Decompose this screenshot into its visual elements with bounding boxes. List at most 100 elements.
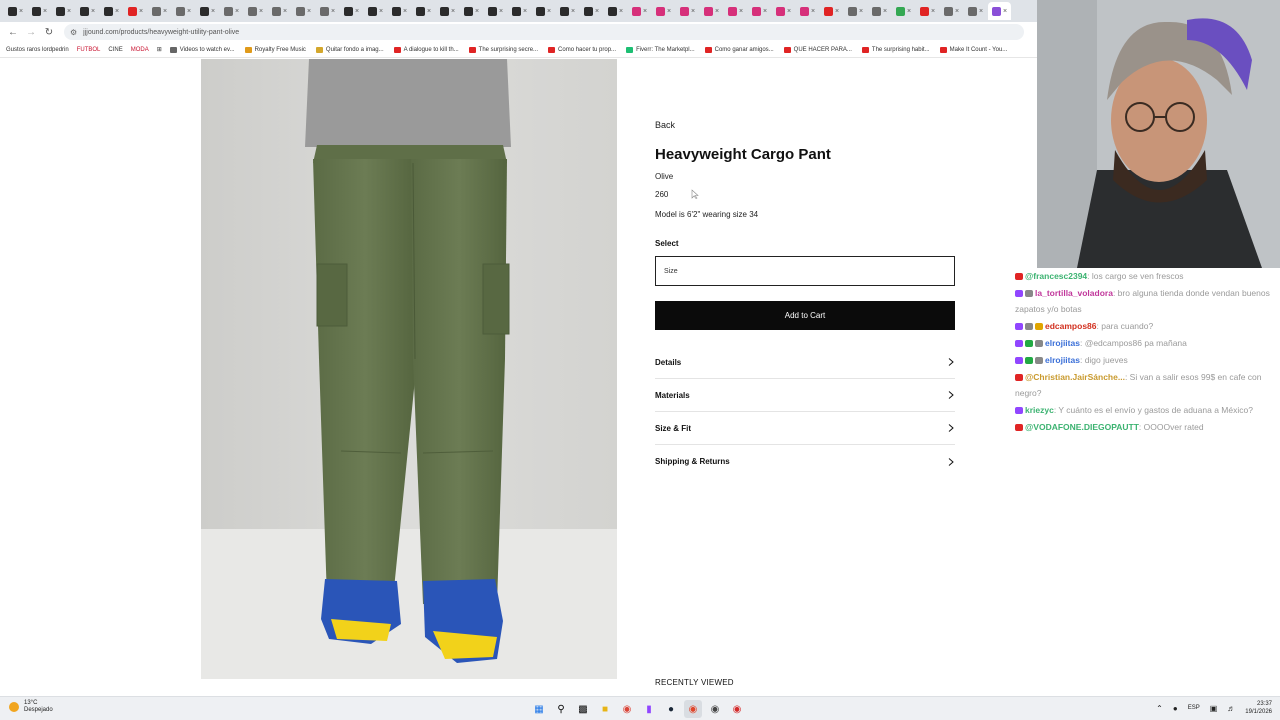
browser-tab[interactable]: × <box>652 2 675 20</box>
browser-tab[interactable]: × <box>892 2 915 20</box>
bookmark-item[interactable]: Gustos raros lordpedrin <box>6 47 69 53</box>
tab-close-icon[interactable]: × <box>739 8 743 15</box>
browser-tab[interactable]: × <box>604 2 627 20</box>
tab-close-icon[interactable]: × <box>763 8 767 15</box>
tab-close-icon[interactable]: × <box>427 8 431 15</box>
tab-close-icon[interactable]: × <box>259 8 263 15</box>
bookmark-item[interactable]: Fiverr: The Marketpl... <box>626 46 695 53</box>
browser-tab[interactable]: × <box>100 2 123 20</box>
chrome-icon[interactable]: ◉ <box>618 700 636 718</box>
browser-tab[interactable]: × <box>76 2 99 20</box>
tab-close-icon[interactable]: × <box>883 8 887 15</box>
tab-close-icon[interactable]: × <box>595 8 599 15</box>
reload-icon[interactable]: ↻ <box>40 23 58 41</box>
browser-tab[interactable]: × <box>988 2 1011 20</box>
browser-tab[interactable]: × <box>52 2 75 20</box>
bookmark-item[interactable]: QUE HACER PARA... <box>783 46 852 53</box>
tab-close-icon[interactable]: × <box>907 8 911 15</box>
tab-close-icon[interactable]: × <box>139 8 143 15</box>
recorder-icon[interactable]: ◉ <box>728 700 746 718</box>
task-view-icon[interactable]: ▩ <box>574 700 592 718</box>
tab-close-icon[interactable]: × <box>19 8 23 15</box>
site-settings-icon[interactable]: ⚙ <box>70 28 77 37</box>
tab-close-icon[interactable]: × <box>283 8 287 15</box>
browser-tab[interactable]: × <box>28 2 51 20</box>
tab-close-icon[interactable]: × <box>931 8 935 15</box>
browser-tab[interactable]: × <box>460 2 483 20</box>
tab-close-icon[interactable]: × <box>451 8 455 15</box>
browser-tab[interactable]: × <box>556 2 579 20</box>
browser-tab[interactable]: × <box>700 2 723 20</box>
browser-tab[interactable]: × <box>124 2 147 20</box>
bookmark-item[interactable]: Como ganar amigos... <box>704 46 774 53</box>
tab-close-icon[interactable]: × <box>571 8 575 15</box>
tab-close-icon[interactable]: × <box>643 8 647 15</box>
browser-tab[interactable]: × <box>292 2 315 20</box>
browser-tab[interactable]: × <box>4 2 27 20</box>
accordion-details[interactable]: Details <box>655 346 955 379</box>
browser-tab[interactable]: × <box>748 2 771 20</box>
browser-tab[interactable]: × <box>532 2 555 20</box>
tab-close-icon[interactable]: × <box>67 8 71 15</box>
clock[interactable]: 23:37 19/1/2026 <box>1245 700 1272 716</box>
bookmark-item[interactable]: MODA <box>131 47 149 53</box>
browser-tab[interactable]: × <box>172 2 195 20</box>
tab-close-icon[interactable]: × <box>619 8 623 15</box>
bookmark-item[interactable]: Make It Count - You... <box>939 46 1007 53</box>
tab-close-icon[interactable]: × <box>1003 8 1007 15</box>
browser-tab[interactable]: × <box>148 2 171 20</box>
browser-tab[interactable]: × <box>772 2 795 20</box>
browser-tab[interactable]: × <box>412 2 435 20</box>
network-icon[interactable]: ▣ <box>1210 704 1218 713</box>
windows-start-icon[interactable]: ▦ <box>530 700 548 718</box>
bookmark-item[interactable]: Videos to watch ev... <box>169 46 235 53</box>
apps-grid-icon[interactable]: ⊞ <box>157 46 162 53</box>
obs-icon[interactable]: ◉ <box>684 700 702 718</box>
tab-close-icon[interactable]: × <box>979 8 983 15</box>
tab-close-icon[interactable]: × <box>403 8 407 15</box>
browser-tab[interactable]: × <box>628 2 651 20</box>
browser-tab[interactable]: × <box>340 2 363 20</box>
tab-close-icon[interactable]: × <box>307 8 311 15</box>
tab-close-icon[interactable]: × <box>475 8 479 15</box>
bookmark-item[interactable]: The surprising secre... <box>468 46 538 53</box>
tab-close-icon[interactable]: × <box>187 8 191 15</box>
tab-close-icon[interactable]: × <box>523 8 527 15</box>
chevron-up-icon[interactable]: ⌃ <box>1156 704 1163 713</box>
browser-tab[interactable]: × <box>364 2 387 20</box>
tab-close-icon[interactable]: × <box>355 8 359 15</box>
tab-close-icon[interactable]: × <box>835 8 839 15</box>
bookmark-item[interactable]: Royalty Free Music <box>244 46 306 53</box>
tab-close-icon[interactable]: × <box>811 8 815 15</box>
tab-close-icon[interactable]: × <box>691 8 695 15</box>
volume-icon[interactable]: ♬ <box>1227 704 1235 713</box>
tab-close-icon[interactable]: × <box>331 8 335 15</box>
forward-arrow-icon[interactable]: → <box>22 23 40 41</box>
twitch-icon[interactable]: ▮ <box>640 700 658 718</box>
browser-tab[interactable]: × <box>244 2 267 20</box>
browser-tab[interactable]: × <box>268 2 291 20</box>
tab-close-icon[interactable]: × <box>379 8 383 15</box>
app-icon[interactable]: ◉ <box>706 700 724 718</box>
bookmark-item[interactable]: Como hacer tu prop... <box>548 46 616 53</box>
back-arrow-icon[interactable]: ← <box>4 23 22 41</box>
browser-tab[interactable]: × <box>964 2 987 20</box>
browser-tab[interactable]: × <box>484 2 507 20</box>
bookmark-item[interactable]: A dialogue to kill th... <box>393 46 459 53</box>
language-indicator[interactable]: ESP <box>1188 705 1200 711</box>
tab-close-icon[interactable]: × <box>163 8 167 15</box>
accordion-shipping-returns[interactable]: Shipping & Returns <box>655 445 955 478</box>
tab-close-icon[interactable]: × <box>211 8 215 15</box>
browser-tab[interactable]: × <box>868 2 891 20</box>
browser-tab[interactable]: × <box>220 2 243 20</box>
size-select[interactable]: Size <box>655 256 955 286</box>
search-icon[interactable]: ⚲ <box>552 700 570 718</box>
tab-close-icon[interactable]: × <box>955 8 959 15</box>
browser-tab[interactable]: × <box>316 2 339 20</box>
bookmark-item[interactable]: Quitar fondo a imag... <box>315 46 384 53</box>
browser-tab[interactable]: × <box>916 2 939 20</box>
steam-icon[interactable]: ● <box>662 700 680 718</box>
tab-close-icon[interactable]: × <box>787 8 791 15</box>
tab-close-icon[interactable]: × <box>91 8 95 15</box>
add-to-cart-button[interactable]: Add to Cart <box>655 301 955 330</box>
